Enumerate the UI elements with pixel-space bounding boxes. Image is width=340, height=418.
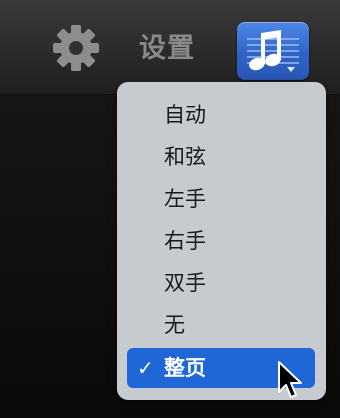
- menu-item-label: 自动: [164, 103, 206, 127]
- menu-item-label: 左手: [164, 187, 206, 211]
- menu-item-chords[interactable]: 和弦: [127, 137, 315, 177]
- checkmark-icon: ✓: [137, 356, 154, 380]
- mouse-pointer-icon: [277, 360, 307, 402]
- gear-icon[interactable]: [52, 24, 100, 72]
- menu-item-label: 双手: [164, 271, 206, 295]
- toolbar: 设置: [0, 0, 340, 95]
- app-window: 设置 自动 和弦 左手 右手 双手 无 ✓ 整页: [0, 0, 340, 418]
- menu-item-label: 整页: [164, 356, 206, 380]
- menu-item-label: 右手: [164, 229, 206, 253]
- menu-item-label: 和弦: [164, 145, 206, 169]
- menu-item-auto[interactable]: 自动: [127, 95, 315, 135]
- view-dropdown-menu: 自动 和弦 左手 右手 双手 无 ✓ 整页: [117, 82, 326, 400]
- menu-item-left-hand[interactable]: 左手: [127, 179, 315, 219]
- score-view-button[interactable]: [237, 22, 309, 80]
- menu-item-label: 无: [164, 313, 185, 337]
- menu-item-both-hands[interactable]: 双手: [127, 263, 315, 303]
- music-note-score-icon: [247, 30, 299, 72]
- menu-item-none[interactable]: 无: [127, 305, 315, 345]
- menu-item-right-hand[interactable]: 右手: [127, 221, 315, 261]
- settings-label[interactable]: 设置: [139, 32, 195, 66]
